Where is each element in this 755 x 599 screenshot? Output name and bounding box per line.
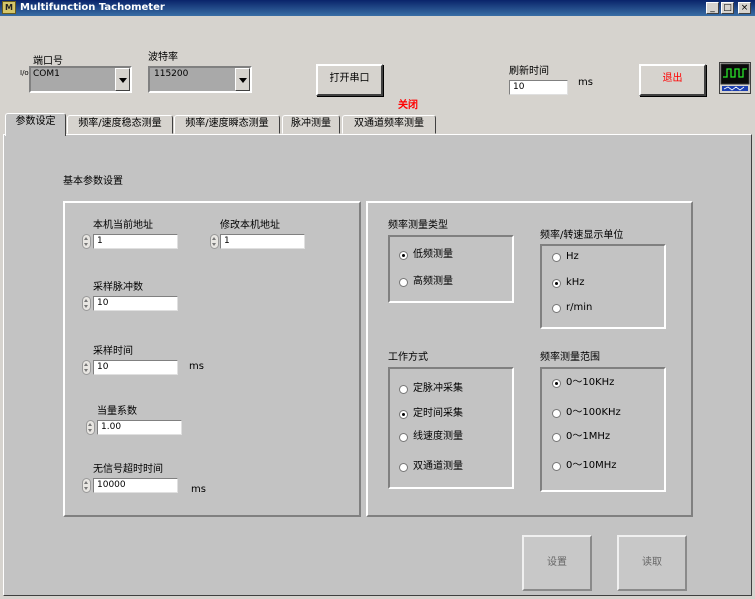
pulses-input[interactable]: 10: [93, 296, 178, 311]
timeout-input[interactable]: 10000: [93, 478, 178, 493]
radio-fixed-time[interactable]: [399, 410, 408, 419]
refresh-label: 刷新时间: [509, 66, 549, 77]
radio-10mhz[interactable]: [552, 462, 561, 471]
range-1mhz-label: 0～1MHz: [566, 431, 611, 442]
app-icon: M: [2, 1, 16, 14]
port-status-text: 关闭: [398, 100, 418, 111]
close-icon[interactable]: ×: [738, 2, 751, 14]
radio-dual-channel[interactable]: [399, 463, 408, 472]
time-unit: ms: [189, 361, 204, 372]
radio-khz[interactable]: [552, 279, 561, 288]
range-10khz-label: 0～10KHz: [566, 377, 615, 388]
set-button[interactable]: 设置: [522, 535, 592, 591]
radio-10khz[interactable]: [552, 379, 561, 388]
linear-speed-label: 线速度测量: [413, 431, 463, 442]
timeout-unit: ms: [191, 484, 206, 495]
tab-pulse[interactable]: 脉冲测量: [282, 115, 340, 134]
rmin-label: r/min: [566, 302, 593, 313]
chevron-down-icon[interactable]: [235, 68, 250, 91]
timeout-spinner[interactable]: [82, 478, 91, 493]
window-title: Multifunction Tachometer: [20, 2, 165, 13]
port-select[interactable]: COM1: [29, 66, 132, 93]
radio-high-freq[interactable]: [399, 278, 408, 287]
tab-dual[interactable]: 双通道频率测量: [342, 115, 436, 134]
section-title: 基本参数设置: [63, 176, 123, 187]
baud-select[interactable]: 115200: [148, 66, 252, 93]
open-port-button[interactable]: 打开串口: [316, 64, 383, 96]
address-input[interactable]: 1: [93, 234, 178, 249]
high-freq-label: 高频测量: [413, 276, 453, 287]
range-100khz-label: 0～100KHz: [566, 407, 621, 418]
dual-channel-label: 双通道测量: [413, 461, 463, 472]
baud-label: 波特率: [148, 52, 178, 63]
modify-address-label: 修改本机地址: [220, 220, 280, 231]
tab-steady[interactable]: 频率/速度稳态测量: [67, 115, 173, 134]
time-spinner[interactable]: [82, 360, 91, 375]
io-icon: I/o: [20, 69, 29, 77]
minimize-icon[interactable]: _: [706, 2, 719, 14]
read-button[interactable]: 读取: [617, 535, 687, 591]
modify-address-spinner[interactable]: [210, 234, 219, 249]
refresh-unit: ms: [578, 77, 593, 88]
baud-value: 115200: [154, 69, 189, 79]
coef-label: 当量系数: [97, 406, 137, 417]
freq-type-title: 频率测量类型: [388, 220, 448, 231]
coef-input[interactable]: 1.00: [97, 420, 182, 435]
radio-low-freq[interactable]: [399, 251, 408, 260]
exit-button[interactable]: 退出: [639, 64, 706, 96]
time-input[interactable]: 10: [93, 360, 178, 375]
range-title: 频率测量范围: [540, 352, 600, 363]
freq-type-box: [388, 235, 514, 303]
oscilloscope-icon: [719, 62, 751, 94]
radio-1mhz[interactable]: [552, 433, 561, 442]
radio-hz[interactable]: [552, 253, 561, 262]
khz-label: kHz: [566, 277, 585, 288]
tab-transient[interactable]: 频率/速度瞬态测量: [174, 115, 280, 134]
refresh-input[interactable]: 10: [509, 80, 568, 95]
pulses-label: 采样脉冲数: [93, 282, 143, 293]
port-value: COM1: [33, 69, 60, 79]
title-bar[interactable]: M Multifunction Tachometer _ □ ×: [0, 0, 755, 16]
range-10mhz-label: 0～10MHz: [566, 460, 617, 471]
time-label: 采样时间: [93, 346, 133, 357]
hz-label: Hz: [566, 251, 579, 262]
mode-title: 工作方式: [388, 352, 428, 363]
coef-spinner[interactable]: [86, 420, 95, 435]
pulses-spinner[interactable]: [82, 296, 91, 311]
address-label: 本机当前地址: [93, 220, 153, 231]
radio-100khz[interactable]: [552, 409, 561, 418]
chevron-down-icon[interactable]: [115, 68, 130, 91]
modify-address-input[interactable]: 1: [220, 234, 305, 249]
address-spinner[interactable]: [82, 234, 91, 249]
fixed-pulse-label: 定脉冲采集: [413, 383, 463, 394]
timeout-label: 无信号超时时间: [93, 464, 163, 475]
low-freq-label: 低频测量: [413, 249, 453, 260]
radio-linear-speed[interactable]: [399, 433, 408, 442]
tab-params[interactable]: 参数设定: [5, 113, 66, 136]
radio-rmin[interactable]: [552, 304, 561, 313]
unit-title: 频率/转速显示单位: [540, 230, 624, 241]
radio-fixed-pulse[interactable]: [399, 385, 408, 394]
fixed-time-label: 定时间采集: [413, 408, 463, 419]
maximize-icon[interactable]: □: [721, 2, 734, 14]
